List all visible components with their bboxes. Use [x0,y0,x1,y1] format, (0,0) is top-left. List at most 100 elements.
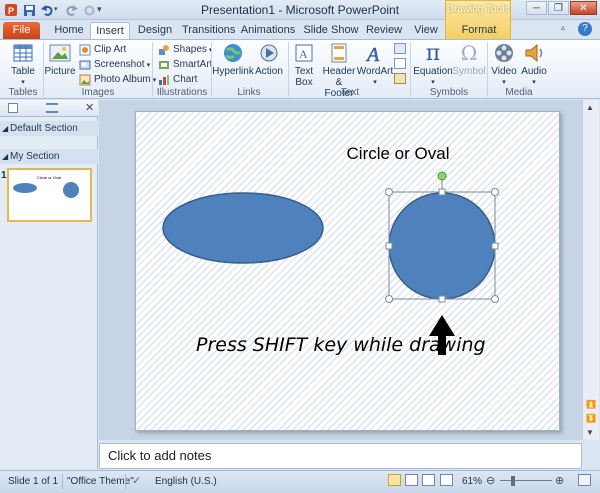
tab-home[interactable]: Home [50,22,88,39]
speaker-icon [523,42,545,64]
shapes-icon [157,44,170,56]
hyperlink-icon [222,42,244,64]
minimize-ribbon-icon[interactable]: ▵ [561,23,565,32]
smartart-icon [157,59,170,71]
tab-insert[interactable]: Insert [90,22,130,39]
restore-icon[interactable]: ❐ [548,1,569,15]
chart-button[interactable]: Chart [157,72,197,87]
wordart-label: WordArt [356,66,394,77]
tab-format[interactable]: Format [454,22,504,39]
audio-label: Audio [521,66,547,77]
action-label: Action [255,66,283,77]
shapes-button[interactable]: Shapes▾ [157,42,212,57]
clip-art-button[interactable]: Clip Art [78,42,126,57]
photo-album-icon [78,74,91,86]
audio-button[interactable]: Audio ▾ [520,42,548,88]
group-text-label: Text [340,87,360,98]
equation-button[interactable]: π Equation ▾ [413,42,453,88]
photo-album-label: Photo Album [94,74,151,85]
minimize-icon[interactable]: ─ [526,1,547,15]
screenshot-button[interactable]: Screenshot ▾ [78,57,150,72]
outline-tab-icon[interactable] [46,103,58,113]
zoom-in-icon[interactable]: ⊕ [555,474,564,487]
slide-canvas[interactable]: Circle or Oval Press SHIFT key while dra… [135,111,560,431]
tab-file[interactable]: File [3,22,40,39]
object-icon[interactable] [394,73,406,84]
rotation-handle[interactable] [437,171,447,181]
collapse-triangle-icon: ◢ [2,124,9,133]
pi-icon: π [425,40,441,66]
normal-view-icon[interactable] [388,474,401,486]
group-media-label: Media [505,87,533,98]
wordart-button[interactable]: A WordArt ▾ [356,42,394,88]
scroll-down-icon[interactable]: ▼ [586,428,594,437]
slide-show-view-icon[interactable] [440,474,453,486]
group-tables-label: Tables [8,87,38,98]
oval-shape[interactable] [162,192,324,264]
next-slide-icon[interactable]: ⏬ [586,414,596,423]
vertical-scrollbar[interactable]: ▲ ⏫ ⏬ ▼ [582,100,599,440]
screenshot-label: Screenshot [94,59,145,70]
smartart-button[interactable]: SmartArt [157,57,212,72]
slide-thumbnail[interactable]: Circle or Oval [7,168,92,222]
section-default[interactable]: ◢ Default Section [0,121,98,136]
tab-transitions[interactable]: Transitions [182,22,235,39]
clip-art-icon [78,44,91,56]
omega-icon: Ω [460,40,478,65]
theme-name[interactable]: "Office Theme" [67,476,134,487]
header-footer-icon [328,42,350,64]
drawing-tools-label: Drawing Tools [446,4,510,15]
film-reel-icon [493,42,515,64]
date-time-icon[interactable] [394,43,406,54]
hyperlink-button[interactable]: Hyperlink [212,42,254,77]
chart-label: Chart [173,74,198,85]
slide-number-icon[interactable] [394,58,406,69]
hyperlink-label: Hyperlink [212,66,254,77]
zoom-level[interactable]: 61% [462,476,482,487]
fit-to-window-icon[interactable] [578,474,591,486]
slides-tab-icon[interactable] [8,103,18,113]
close-icon[interactable]: ✕ [570,1,597,15]
status-separator [62,474,63,489]
zoom-slider-thumb[interactable] [511,476,515,486]
group-illustrations-label: Illustrations [156,87,208,98]
slide-counter: Slide 1 of 1 [8,476,59,487]
symbol-button[interactable]: Ω Symbol [452,40,485,78]
group-separator [487,42,488,97]
text-box-button[interactable]: A Text Box [291,42,317,88]
picture-button[interactable]: Picture [44,42,76,77]
help-icon[interactable]: ? [578,22,592,36]
svg-text:A: A [299,47,308,61]
reading-view-icon[interactable] [422,474,435,486]
shapes-label: Shapes [173,44,207,55]
spelling-check-icon[interactable]: ✓ [132,474,141,487]
header-footer-label-line1: Header [322,66,356,77]
section-my-label: My Section [10,151,60,162]
scroll-up-icon[interactable]: ▲ [586,103,594,112]
group-images-label: Images [81,87,115,98]
zoom-out-icon[interactable]: ⊖ [486,474,495,487]
language[interactable]: English (U.S.) [155,476,217,487]
tab-animations[interactable]: Animations [240,22,296,39]
action-button[interactable]: Action [254,42,284,77]
zoom-slider[interactable] [500,480,552,481]
section-my[interactable]: ◢ My Section [0,149,98,164]
table-label: Table [11,66,35,77]
tab-view[interactable]: View [409,22,443,39]
wordart-icon: A [364,42,386,64]
close-pane-icon[interactable]: ✕ [85,101,94,114]
notes-pane[interactable]: Click to add notes [99,443,582,469]
video-button[interactable]: Video ▾ [490,42,518,88]
tab-slide-show[interactable]: Slide Show [303,22,359,39]
previous-slide-icon[interactable]: ⏫ [586,400,596,409]
video-label: Video [491,66,517,77]
equation-label: Equation [413,66,453,77]
tab-design[interactable]: Design [134,22,176,39]
slide-sorter-view-icon[interactable] [405,474,418,486]
table-button[interactable]: Table ▾ [6,42,40,88]
circle-shape[interactable] [388,192,496,300]
slide-title: Circle or Oval [347,144,450,163]
tab-review[interactable]: Review [364,22,404,39]
slide-thumbnail-preview: Circle or Oval [13,175,79,198]
photo-album-button[interactable]: Photo Album ▾ [78,72,156,87]
